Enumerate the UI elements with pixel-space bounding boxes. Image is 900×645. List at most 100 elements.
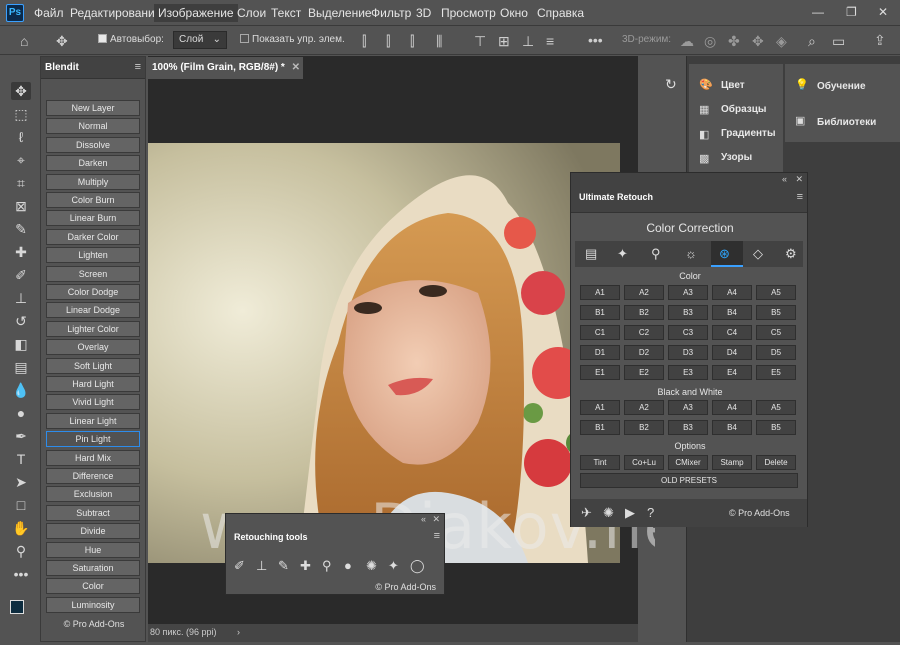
panel-color[interactable]: Цвет (721, 80, 745, 91)
history-icon[interactable]: ↻ (665, 76, 677, 93)
panel-menu-icon[interactable]: ≡ (135, 61, 141, 73)
preset-button[interactable]: B4 (712, 305, 752, 320)
rectangle-tool-icon[interactable]: □ (11, 496, 31, 514)
collapse-icon[interactable]: « (782, 174, 787, 184)
preset-button[interactable]: A2 (624, 400, 664, 415)
show-controls-checkbox[interactable]: Показать упр. элем. (240, 34, 345, 45)
document-tab[interactable]: 100% (Film Grain, RGB/8#) * ✕ (148, 57, 303, 79)
preset-button[interactable]: A5 (756, 400, 796, 415)
pin-icon[interactable]: ✈ (581, 505, 592, 521)
panel-libraries[interactable]: Библиотеки (817, 117, 876, 128)
panel-swatches[interactable]: Образцы (721, 104, 766, 115)
option-button[interactable]: Delete (756, 455, 796, 470)
pan-3d-icon[interactable]: ✤ (728, 34, 740, 48)
align-bottom-icon[interactable]: ⊥ (522, 34, 534, 48)
align-right-icon[interactable]: ⫿ (410, 34, 414, 48)
blend-mode-button[interactable]: Pin Light (46, 431, 140, 448)
stamp-icon[interactable]: ⊥ (256, 558, 267, 574)
gradient-tool-icon[interactable]: ▤ (11, 358, 31, 376)
blend-mode-button[interactable]: Vivid Light (46, 394, 140, 411)
preset-button[interactable]: B3 (668, 305, 708, 320)
path-select-icon[interactable]: ➤ (11, 473, 31, 491)
workspace-icon[interactable]: ▭ (832, 34, 845, 48)
blend-mode-button[interactable]: Color Dodge (46, 284, 140, 300)
document-icon[interactable]: ▤ (585, 246, 597, 262)
stamp-tool-icon[interactable]: ⊥ (11, 289, 31, 307)
type-tool-icon[interactable]: T (11, 450, 31, 468)
slide-3d-icon[interactable]: ✥ (752, 34, 764, 48)
align-left-icon[interactable]: ⫿ (362, 34, 366, 48)
blend-mode-button[interactable]: Luminosity (46, 596, 140, 613)
preset-button[interactable]: A3 (668, 400, 708, 415)
color-tab[interactable]: ⊛ (711, 241, 743, 267)
move-tool-icon[interactable]: ✥ (56, 34, 68, 48)
bandage-icon[interactable]: ✚ (300, 558, 311, 574)
menu-filter[interactable]: Фильтр (371, 6, 411, 20)
close-tab-icon[interactable]: ✕ (292, 62, 300, 73)
panel-patterns[interactable]: Узоры (721, 152, 752, 163)
preset-button[interactable]: A3 (668, 285, 708, 300)
menu-layers[interactable]: Слои (237, 6, 266, 20)
blend-mode-button[interactable]: Difference (46, 468, 140, 484)
distribute-vertical-icon[interactable]: ≡ (546, 34, 554, 48)
preset-button[interactable]: A1 (580, 285, 620, 300)
option-button[interactable]: Stamp (712, 455, 752, 470)
old-presets-button[interactable]: OLD PRESETS (580, 473, 798, 488)
preset-button[interactable]: E4 (712, 365, 752, 380)
hand-tool-icon[interactable]: ✋ (11, 519, 31, 537)
menu-view[interactable]: Просмотр (441, 6, 496, 20)
eraser-tool-icon[interactable]: ◧ (11, 335, 31, 353)
blend-mode-button[interactable]: Exclusion (46, 486, 140, 503)
scale-3d-icon[interactable]: ◈ (776, 34, 787, 48)
blend-mode-button[interactable]: Darken (46, 155, 140, 172)
blend-mode-button[interactable]: Hard Mix (46, 449, 140, 466)
preset-button[interactable]: D5 (756, 345, 796, 360)
option-button[interactable]: Co+Lu (624, 455, 664, 470)
zoom-tool-icon[interactable]: ⚲ (11, 542, 31, 560)
menu-edit[interactable]: Редактирование (70, 6, 161, 20)
paintbrush-icon[interactable]: ✎ (278, 558, 289, 574)
preset-button[interactable]: E5 (756, 365, 796, 380)
sun-icon[interactable]: ☼ (685, 246, 697, 261)
blend-mode-button[interactable]: Hue (46, 541, 140, 558)
dodge-tool-icon[interactable]: ● (11, 404, 31, 422)
preset-button[interactable]: B2 (624, 305, 664, 320)
align-top-icon[interactable]: ⊤ (474, 34, 486, 48)
history-brush-icon[interactable]: ↺ (11, 312, 31, 330)
preset-button[interactable]: D4 (712, 345, 752, 360)
align-center-icon[interactable]: ⫿ (386, 34, 390, 48)
preset-button[interactable]: C1 (580, 325, 620, 340)
panel-menu-icon[interactable]: ≡ (797, 191, 803, 203)
preset-button[interactable]: C2 (624, 325, 664, 340)
preset-button[interactable]: B3 (668, 420, 708, 435)
blend-mode-button[interactable]: Hard Light (46, 376, 140, 392)
preset-button[interactable]: B4 (712, 420, 752, 435)
preset-button[interactable]: E2 (624, 365, 664, 380)
preset-button[interactable]: E3 (668, 365, 708, 380)
move-tool-icon[interactable]: ✥ (11, 82, 31, 100)
healing-brush-icon[interactable]: ✚ (11, 243, 31, 261)
blend-mode-button[interactable]: Subtract (46, 504, 140, 521)
blend-mode-button[interactable]: Color (46, 578, 140, 595)
aperture-icon[interactable]: ✺ (603, 505, 614, 521)
blend-mode-button[interactable]: Color Burn (46, 192, 140, 208)
blend-mode-button[interactable]: Dissolve (46, 136, 140, 153)
blend-mode-button[interactable]: Saturation (46, 560, 140, 576)
help-icon[interactable]: ? (647, 505, 654, 520)
option-button[interactable]: CMixer (668, 455, 708, 470)
blend-mode-button[interactable]: Divide (46, 523, 140, 540)
minimize-icon[interactable]: — (812, 5, 824, 19)
preset-button[interactable]: A5 (756, 285, 796, 300)
blend-mode-button[interactable]: Lighten (46, 247, 140, 264)
preset-button[interactable]: B2 (624, 420, 664, 435)
share-icon[interactable]: ⇪ (874, 33, 886, 47)
blend-mode-button[interactable]: Normal (46, 118, 140, 135)
preset-button[interactable]: A2 (624, 285, 664, 300)
blend-mode-button[interactable]: Linear Burn (46, 210, 140, 227)
menu-image[interactable]: Изображение (154, 4, 238, 22)
autoselect-checkbox[interactable]: Автовыбор: (98, 34, 164, 45)
autoselect-dropdown[interactable]: Слой ⌄ (173, 31, 227, 49)
collapse-icon[interactable]: « (421, 514, 426, 524)
menu-text[interactable]: Текст (271, 6, 301, 20)
lasso-tool-icon[interactable]: ℓ (11, 128, 31, 146)
